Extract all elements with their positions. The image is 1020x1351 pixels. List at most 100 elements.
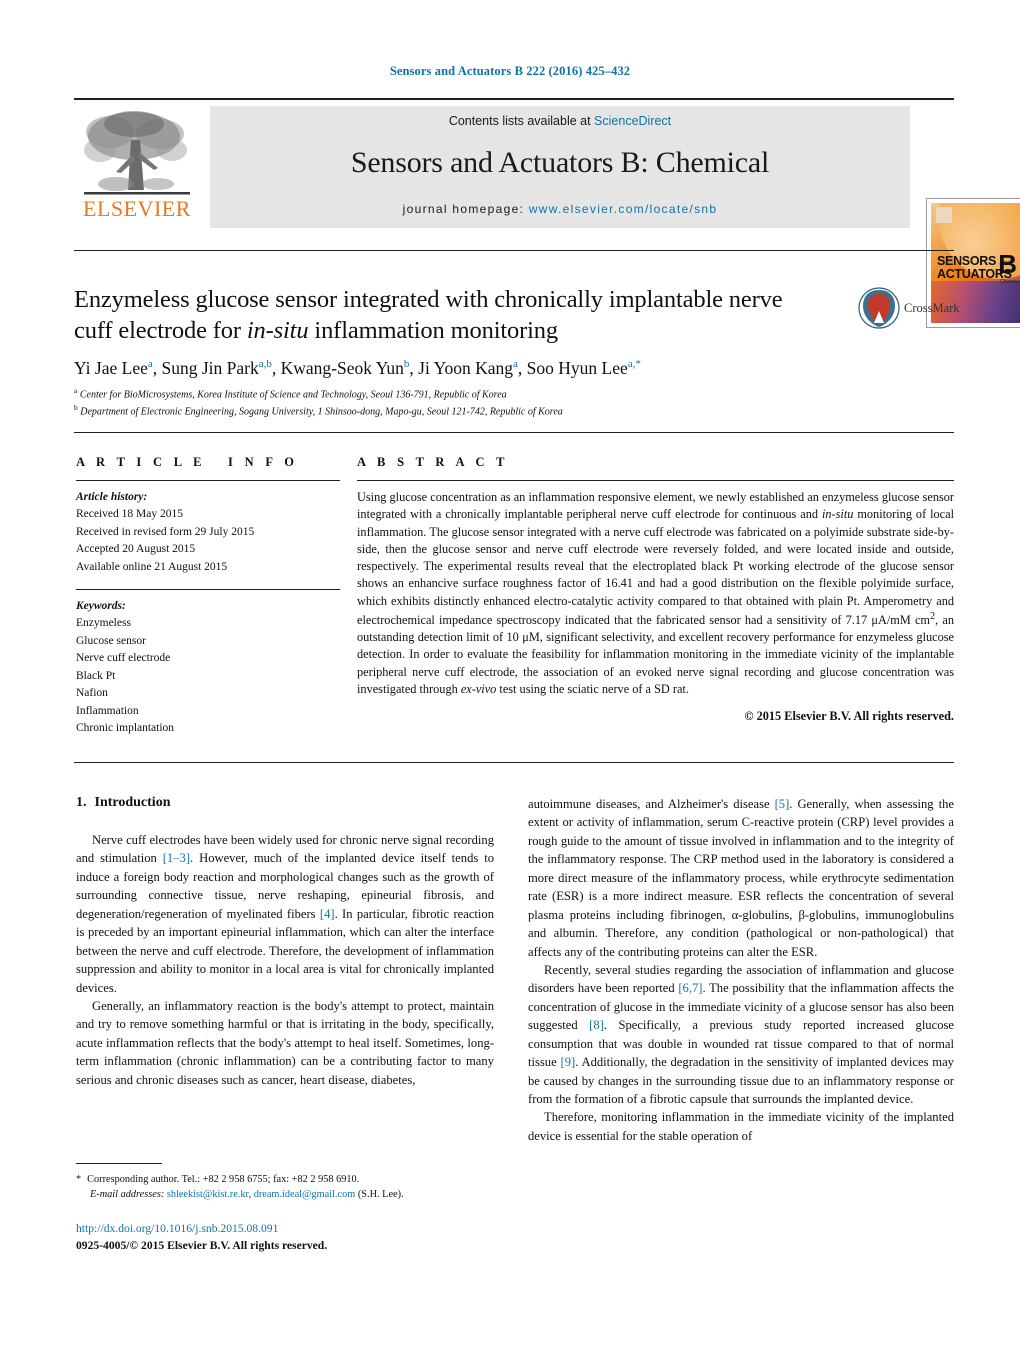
paragraph-text: . Additionally, the degradation in the s… bbox=[528, 1055, 954, 1106]
section-title: Introduction bbox=[94, 795, 171, 810]
section-heading-introduction: 1. Introduction bbox=[76, 795, 494, 811]
doi-link[interactable]: http://dx.doi.org/10.1016/j.snb.2015.08.… bbox=[76, 1222, 278, 1235]
affiliation-item: b Department of Electronic Engineering, … bbox=[74, 403, 954, 420]
journal-title: Sensors and Actuators B: Chemical bbox=[350, 146, 770, 179]
author-list: Yi Jae Leea, Sung Jin Parka,b, Kwang-Seo… bbox=[74, 358, 641, 378]
citation-link[interactable]: [5] bbox=[775, 797, 790, 811]
body-paragraph: Recently, several studies regarding the … bbox=[528, 961, 954, 1109]
paragraph-text: autoimmune diseases, and Alzheimer's dis… bbox=[528, 797, 775, 811]
author-affiliation-marker: a,* bbox=[627, 358, 641, 371]
homepage-label: journal homepage: bbox=[402, 202, 529, 216]
keyword-item[interactable]: Enzymeless bbox=[76, 615, 340, 632]
body-top-rule bbox=[74, 762, 954, 763]
title-italic: in-situ bbox=[246, 316, 309, 344]
author-name[interactable]: Sung Jin Park bbox=[162, 358, 259, 378]
intro-right-paragraphs: autoimmune diseases, and Alzheimer's dis… bbox=[528, 795, 954, 1145]
crossmark-icon[interactable] bbox=[858, 287, 900, 329]
email-suffix: (S.H. Lee). bbox=[355, 1189, 404, 1201]
author-name[interactable]: Soo Hyun Lee bbox=[527, 358, 628, 378]
cover-series-letter: B bbox=[998, 249, 1017, 279]
body-paragraph: Generally, an inflammatory reaction is t… bbox=[76, 997, 494, 1089]
keywords-rule bbox=[76, 589, 340, 591]
citation-link[interactable]: [6,7] bbox=[678, 981, 702, 995]
author-name[interactable]: Yi Jae Lee bbox=[74, 358, 148, 378]
affiliation-text: Center for BioMicrosystems, Korea Instit… bbox=[77, 389, 507, 401]
author-affiliation-marker: a bbox=[147, 358, 153, 371]
abstract-copyright: © 2015 Elsevier B.V. All rights reserved… bbox=[744, 709, 954, 724]
citation-link[interactable]: [8] bbox=[589, 1018, 604, 1032]
body-paragraph: Nerve cuff electrodes have been widely u… bbox=[76, 831, 494, 997]
body-column-left: 1. Introduction Nerve cuff electrodes hav… bbox=[76, 795, 494, 1089]
masthead-bottom-rule bbox=[74, 250, 954, 251]
abstract-rule bbox=[357, 480, 954, 481]
email-label: E-mail addresses: bbox=[90, 1189, 165, 1201]
citation-link[interactable]: [1–3] bbox=[163, 851, 190, 865]
paragraph-text: Therefore, monitoring inflammation in th… bbox=[528, 1110, 954, 1143]
keyword-item[interactable]: Nerve cuff electrode bbox=[76, 650, 340, 667]
footnote-rule bbox=[76, 1163, 162, 1164]
footnote-line-2: E-mail addresses: shleekist@kist.re.kr, … bbox=[76, 1187, 496, 1202]
section-number: 1. bbox=[76, 795, 87, 810]
cover-elsevier-mark bbox=[936, 207, 952, 223]
masthead-top-rule bbox=[74, 98, 954, 100]
author-affiliation-marker: a,b bbox=[258, 358, 272, 371]
journal-homepage-link[interactable]: www.elsevier.com/locate/snb bbox=[529, 202, 718, 216]
footnote-star: * bbox=[76, 1174, 82, 1185]
citation-link[interactable]: [4] bbox=[320, 907, 335, 921]
footnote-line-1: * Corresponding author. Tel.: +82 2 958 6… bbox=[76, 1172, 496, 1187]
affiliation-item: a Center for BioMicrosystems, Korea Inst… bbox=[74, 386, 954, 403]
article-history-item: Received in revised form 29 July 2015 bbox=[76, 525, 255, 538]
keyword-item[interactable]: Black Pt bbox=[76, 668, 340, 685]
article-history-item: Available online 21 August 2015 bbox=[76, 560, 228, 573]
cover-series-subtitle: Chemical bbox=[1000, 279, 1020, 285]
email-link-2[interactable]: dream.ideal@gmail.com bbox=[254, 1189, 356, 1200]
paper-page: Sensors and Actuators B 222 (2016) 425–4… bbox=[0, 0, 1020, 1351]
intro-left-paragraphs: Nerve cuff electrodes have been widely u… bbox=[76, 831, 494, 1089]
keywords-title: Keywords: bbox=[76, 600, 126, 613]
sciencedirect-link[interactable]: ScienceDirect bbox=[594, 114, 671, 128]
author-affiliation-marker: a bbox=[513, 358, 518, 371]
paragraph-text: Generally, an inflammatory reaction is t… bbox=[76, 998, 494, 1087]
cover-line1: SENSORS bbox=[937, 254, 997, 268]
elsevier-wordmark: ELSEVIER bbox=[83, 196, 191, 221]
body-paragraph: Therefore, monitoring inflammation in th… bbox=[528, 1108, 954, 1145]
keyword-item[interactable]: Inflammation bbox=[76, 703, 340, 720]
title-block: Enzymeless glucose sensor integrated wit… bbox=[74, 285, 960, 347]
article-info-column: A R T I C L E I N F O Article history: R… bbox=[76, 455, 340, 738]
abstract-text: Using glucose concentration as an inflam… bbox=[357, 489, 954, 698]
email-link-1[interactable]: shleekist@kist.re.kr bbox=[167, 1189, 249, 1200]
author-affiliation-marker: b bbox=[403, 358, 410, 371]
abstract-p4: test using the sciatic nerve of a SD rat… bbox=[496, 682, 689, 697]
body-column-right: autoimmune diseases, and Alzheimer's dis… bbox=[528, 795, 954, 1145]
article-info-rule bbox=[76, 480, 340, 481]
abstract-heading: A B S T R A C T bbox=[357, 455, 509, 469]
contents-prefix: Contents lists available at bbox=[448, 114, 595, 128]
abstract-column: A B S T R A C T Using glucose concentrat… bbox=[357, 455, 954, 724]
contents-lists-line: Contents lists available at ScienceDirec… bbox=[210, 114, 910, 128]
keyword-item[interactable]: Glucose sensor bbox=[76, 633, 340, 650]
keywords-block: Keywords: Enzymeless Glucose sensor Nerve … bbox=[76, 589, 340, 738]
crossmark-badge-group[interactable]: CrossMark bbox=[858, 287, 960, 331]
article-history-title: Article history: bbox=[76, 491, 148, 503]
keyword-item[interactable]: Chronic implantation bbox=[76, 720, 340, 737]
article-history-list: Received 18 May 2015 Received in revised … bbox=[76, 506, 340, 576]
citation-link[interactable]: [9] bbox=[561, 1055, 576, 1069]
crossmark-label: CrossMark bbox=[904, 301, 960, 315]
keywords-list: Enzymeless Glucose sensor Nerve cuff elect… bbox=[76, 615, 340, 737]
affiliation-text: Department of Electronic Engineering, So… bbox=[77, 405, 563, 417]
corresponding-author-footnote: * Corresponding author. Tel.: +82 2 958 6… bbox=[76, 1172, 496, 1203]
author-name[interactable]: Ji Yoon Kang bbox=[418, 358, 513, 378]
article-history-item: Received 18 May 2015 bbox=[76, 508, 183, 521]
title-part-2: inflammation monitoring bbox=[308, 316, 558, 344]
corresponding-author-text: Corresponding author. Tel.: +82 2 958 67… bbox=[87, 1174, 360, 1185]
abstract-p2: monitoring of local inflammation. The gl… bbox=[357, 507, 954, 627]
page-title: Enzymeless glucose sensor integrated wit… bbox=[74, 285, 814, 347]
issn-copyright-line: 0925-4005/© 2015 Elsevier B.V. All right… bbox=[76, 1239, 328, 1252]
paragraph-text: . Generally, when assessing the extent o… bbox=[528, 797, 955, 959]
author-name[interactable]: Kwang-Seok Yun bbox=[281, 358, 404, 378]
keyword-item[interactable]: Nafion bbox=[76, 685, 340, 702]
running-head: Sensors and Actuators B 222 (2016) 425–4… bbox=[389, 64, 631, 78]
info-top-rule bbox=[74, 432, 954, 433]
affiliation-list: a Center for BioMicrosystems, Korea Inst… bbox=[74, 386, 954, 419]
abstract-italic-1: in-situ bbox=[821, 507, 854, 522]
